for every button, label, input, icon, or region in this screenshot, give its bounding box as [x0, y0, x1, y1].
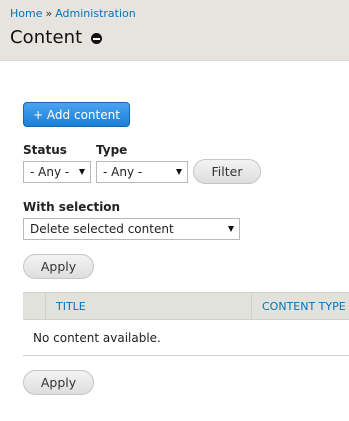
- status-filter-select[interactable]: - Any -: [23, 161, 91, 183]
- chevron-down-icon: [228, 226, 234, 232]
- breadcrumb-administration-link[interactable]: Administration: [55, 7, 136, 20]
- empty-table-message: No content available.: [23, 320, 349, 356]
- filter-button[interactable]: Filter: [193, 159, 261, 184]
- type-filter-select[interactable]: - Any -: [96, 161, 188, 183]
- bulk-action-value: Delete selected content: [30, 222, 174, 236]
- breadcrumb-home-link[interactable]: Home: [10, 7, 42, 20]
- type-filter-value: - Any -: [103, 165, 143, 179]
- content-table-header: TITLE CONTENT TYPE: [23, 292, 349, 320]
- chevron-down-icon: [79, 169, 85, 175]
- page-title: Content: [10, 27, 83, 48]
- with-selection-label: With selection: [23, 200, 121, 214]
- apply-button-bottom[interactable]: Apply: [23, 370, 94, 395]
- type-filter-label: Type: [96, 143, 128, 157]
- breadcrumb: Home» Administration: [10, 7, 136, 20]
- status-filter-label: Status: [23, 143, 67, 157]
- column-header-title[interactable]: TITLE: [46, 293, 252, 319]
- remove-shortcut-icon[interactable]: [91, 33, 103, 44]
- chevron-down-icon: [176, 169, 182, 175]
- title-row: Content: [10, 27, 103, 48]
- apply-button-top[interactable]: Apply: [23, 254, 94, 279]
- column-header-content-type[interactable]: CONTENT TYPE: [252, 293, 349, 319]
- page-header: Home» Administration Content: [0, 0, 349, 61]
- status-filter-value: - Any -: [30, 165, 70, 179]
- bulk-action-select[interactable]: Delete selected content: [23, 218, 240, 240]
- breadcrumb-separator: »: [45, 7, 53, 20]
- add-content-button[interactable]: + Add content: [23, 102, 130, 127]
- select-all-column[interactable]: [23, 293, 46, 319]
